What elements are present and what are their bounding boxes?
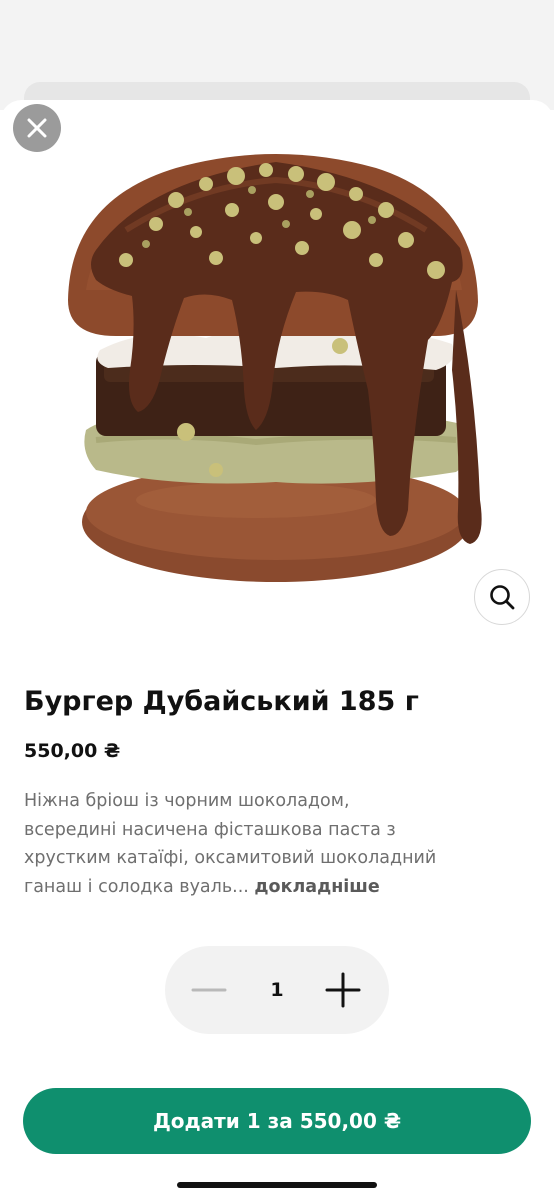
search-icon (490, 585, 515, 610)
close-icon (27, 118, 47, 138)
product-title: Бургер Дубайський 185 г (24, 686, 419, 717)
description-line: Ніжна бріош із чорним шоколадом, (24, 791, 350, 811)
add-to-cart-button[interactable]: Додати 1 за 550,00 ₴ (23, 1088, 531, 1154)
quantity-value: 1 (270, 979, 284, 1001)
home-indicator (177, 1182, 377, 1188)
description-line: хрустким катаїфі, оксамитовий шоколадний (24, 848, 437, 868)
product-image (68, 154, 482, 582)
more-link[interactable]: докладніше (254, 877, 379, 897)
description-line: всередині насичена фісташкова паста з (24, 819, 396, 840)
close-button[interactable] (13, 104, 61, 152)
zoom-button[interactable] (474, 569, 530, 625)
plus-icon (325, 972, 361, 1008)
increase-button[interactable] (325, 972, 361, 1008)
description-last-line: ганаш і солодка вуаль... докладніше (24, 873, 536, 902)
description-line: ганаш і солодка вуаль... (24, 876, 249, 897)
product-price: 550,00 ₴ (24, 740, 121, 762)
product-detail-screen: Бургер Дубайський 185 г 550,00 ₴ Ніжна б… (0, 0, 554, 1200)
decrease-button[interactable] (191, 972, 227, 1008)
minus-icon (191, 988, 227, 992)
quantity-stepper: 1 (165, 946, 389, 1034)
product-description: Ніжна бріош із чорним шоколадом, всереди… (24, 787, 536, 901)
